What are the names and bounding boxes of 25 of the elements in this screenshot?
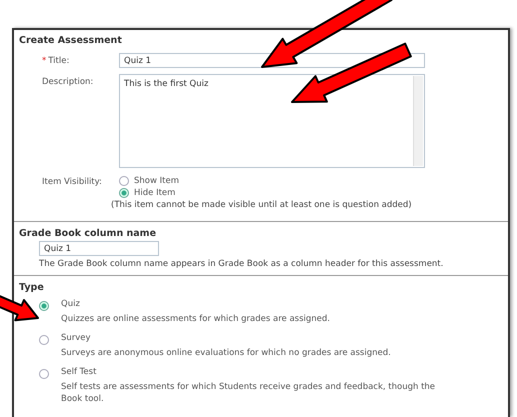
radio-button[interactable] [119,176,129,186]
field-label: Item Visibility: [42,176,103,187]
radio-button[interactable] [119,188,129,198]
radio-label: Hide Item [134,188,176,198]
visibility-note: (This item cannot be made visible until at least one is question added) [111,200,412,210]
radio-label: Show Item [134,176,179,186]
radio-button[interactable] [39,369,49,379]
radio-label: Quiz [61,299,81,311]
radio-label: Survey [61,333,92,345]
radio-button[interactable] [39,301,49,311]
description-field[interactable]: This is the first Quiz [119,74,425,168]
section-title: Type [19,282,45,293]
radio-label: Self Test [61,367,98,379]
radio-button[interactable] [39,335,49,345]
option-description: Quizzes are online assessments for which grades are assigned. [61,313,332,325]
help-text: The Grade Book column name appears in Grade Book as a column header for this assessment. [39,259,444,269]
option-description: Self tests are assessments for which Students receive grades and feedback, though the Book tool. [61,381,436,405]
section-title: Grade Book column name [19,228,158,239]
column-name-field[interactable]: Quiz 1 [39,241,159,256]
option-description: Surveys are anonymous online evaluations for which no grades are assigned. [61,347,392,359]
field-label: Description: [42,76,94,87]
scrollbar[interactable] [413,76,423,166]
field-label: * Title: [42,55,70,66]
arrow [0,294,39,322]
section-title: Create Assessment [19,35,123,46]
